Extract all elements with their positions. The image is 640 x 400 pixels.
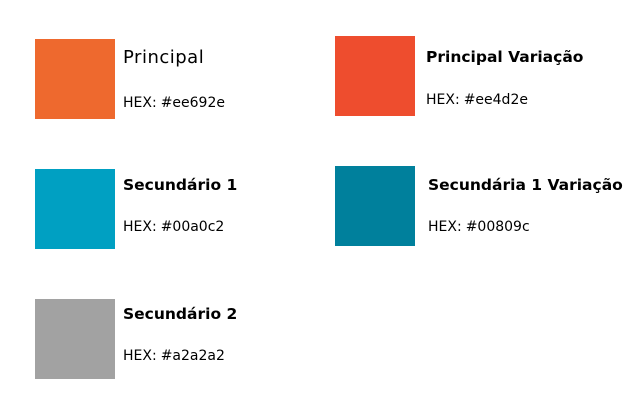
hex-prefix: HEX: xyxy=(123,348,157,364)
hex-prefix: HEX: xyxy=(123,95,157,111)
color-swatch-secundaria-1-variacao xyxy=(335,166,415,246)
hex-value: #00809c xyxy=(465,219,530,235)
color-hex-label: HEX: #ee692e xyxy=(123,94,225,112)
color-swatch-principal-variacao xyxy=(335,36,415,116)
color-name: Principal xyxy=(123,47,205,68)
color-hex-label: HEX: #00809c xyxy=(428,218,530,236)
color-swatch-principal xyxy=(35,39,115,119)
hex-prefix: HEX: xyxy=(123,219,157,235)
hex-value: #ee4d2e xyxy=(463,92,528,108)
color-name: Secundário 2 xyxy=(123,305,238,323)
color-hex-label: HEX: #00a0c2 xyxy=(123,218,224,236)
hex-prefix: HEX: xyxy=(428,219,462,235)
hex-value: #a2a2a2 xyxy=(160,348,225,364)
hex-value: #ee692e xyxy=(160,95,225,111)
color-swatch-secundario-1 xyxy=(35,169,115,249)
color-swatch-secundario-2 xyxy=(35,299,115,379)
color-name: Secundário 1 xyxy=(123,176,238,194)
color-name: Secundária 1 Variação xyxy=(428,176,623,194)
color-name: Principal Variação xyxy=(426,48,584,66)
color-hex-label: HEX: #a2a2a2 xyxy=(123,347,225,365)
hex-prefix: HEX: xyxy=(426,92,460,108)
hex-value: #00a0c2 xyxy=(160,219,225,235)
color-hex-label: HEX: #ee4d2e xyxy=(426,91,528,109)
